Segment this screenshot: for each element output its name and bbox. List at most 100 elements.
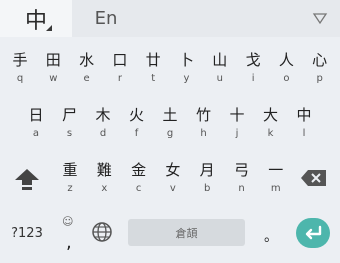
key-z[interactable]: 重z (55, 155, 85, 199)
key-j[interactable]: 十j (222, 100, 252, 144)
key-n[interactable]: 弓n (227, 155, 257, 199)
key-o[interactable]: 人o (271, 45, 301, 89)
key-radical-label: 大 (262, 106, 278, 124)
key-h[interactable]: 竹h (189, 100, 219, 144)
key-radical-label: 土 (162, 106, 178, 124)
key-row-1: 手q田w水e口r廿t卜y山u戈i人o心p (0, 45, 340, 89)
key-letter-label: p (316, 73, 323, 84)
period-key[interactable]: 。 (263, 226, 279, 246)
key-letter-label: j (235, 128, 239, 139)
corner-indicator-icon (46, 25, 52, 31)
emoji-hint-icon: ☺ (62, 215, 74, 228)
key-m[interactable]: 一m (261, 155, 291, 199)
symbols-key-label: ?123 (11, 225, 43, 241)
key-letter-label: e (83, 73, 90, 84)
lang-english-label: En (94, 8, 118, 29)
key-letter-label: h (200, 128, 207, 139)
key-radical-label: 手 (12, 51, 28, 69)
key-v[interactable]: 女v (158, 155, 188, 199)
key-letter-label: d (99, 128, 107, 139)
key-letter-label: u (216, 73, 223, 84)
key-letter-label: s (66, 128, 73, 139)
lang-chinese-tab[interactable]: 中 (0, 0, 72, 37)
key-row-3: 重z難x金c女v月b弓n一m (0, 155, 340, 199)
key-radical-label: 尸 (61, 106, 77, 124)
key-y[interactable]: 卜y (172, 45, 202, 89)
keyboard: 中 En 手q田w水e口r廿t卜y山u戈i人o心p 日a尸s木d火f土g竹h十j… (0, 0, 340, 263)
enter-key[interactable] (296, 218, 330, 248)
key-radical-label: 月 (199, 161, 215, 179)
key-letter-label: l (302, 128, 306, 139)
comma-key[interactable]: ☺ , (58, 212, 80, 253)
key-c[interactable]: 金c (124, 155, 154, 199)
key-s[interactable]: 尸s (55, 100, 85, 144)
period-label: 。 (264, 229, 278, 245)
key-letter-label: r (117, 73, 122, 84)
key-radical-label: 中 (296, 106, 312, 124)
key-letter-label: a (32, 128, 40, 139)
key-e[interactable]: 水e (72, 45, 102, 89)
globe-icon[interactable] (91, 221, 113, 243)
key-letter-label: o (283, 73, 290, 84)
lang-english-tab[interactable]: En (72, 0, 140, 37)
key-q[interactable]: 手q (5, 45, 35, 89)
key-r[interactable]: 口r (105, 45, 135, 89)
key-row-2: 日a尸s木d火f土g竹h十j大k中l (0, 100, 340, 144)
key-l[interactable]: 中l (289, 100, 319, 144)
key-letter-label: q (16, 73, 24, 84)
backspace-icon[interactable] (300, 167, 328, 189)
key-letter-label: x (101, 183, 108, 194)
key-radical-label: 木 (95, 106, 111, 124)
shift-icon[interactable] (12, 167, 42, 191)
lang-chinese-label: 中 (24, 8, 47, 34)
key-t[interactable]: 廿t (138, 45, 168, 89)
key-letter-label: z (67, 183, 73, 194)
key-k[interactable]: 大k (256, 100, 286, 144)
key-radical-label: 山 (212, 51, 228, 69)
key-radical-label: 田 (45, 51, 61, 69)
key-f[interactable]: 火f (122, 100, 152, 144)
enter-arrow-icon (305, 225, 322, 240)
space-bar-label: 倉頡 (175, 226, 198, 240)
key-letter-label: m (270, 183, 281, 194)
key-radical-label: 日 (28, 106, 44, 124)
key-radical-label: 重 (62, 161, 78, 179)
key-letter-label: v (169, 183, 176, 194)
key-letter-label: w (49, 73, 58, 84)
key-w[interactable]: 田w (38, 45, 68, 89)
key-p[interactable]: 心p (305, 45, 335, 89)
key-x[interactable]: 難x (89, 155, 119, 199)
key-u[interactable]: 山u (205, 45, 235, 89)
key-radical-label: 十 (229, 106, 245, 124)
key-radical-label: 火 (128, 106, 144, 124)
key-b[interactable]: 月b (192, 155, 222, 199)
key-radical-label: 金 (131, 161, 147, 179)
key-g[interactable]: 土g (155, 100, 185, 144)
key-i[interactable]: 戈i (238, 45, 268, 89)
key-radical-label: 水 (79, 51, 95, 69)
key-radical-label: 口 (112, 51, 128, 69)
key-radical-label: 人 (278, 51, 294, 69)
space-bar[interactable]: 倉頡 (128, 219, 245, 246)
triangle-down-icon[interactable] (310, 8, 330, 28)
key-radical-label: 女 (165, 161, 181, 179)
key-radical-label: 竹 (195, 106, 211, 124)
key-radical-label: 難 (96, 161, 112, 179)
key-letter-label: n (238, 183, 245, 194)
key-letter-label: g (166, 128, 174, 139)
key-letter-label: f (134, 128, 139, 139)
symbols-key[interactable]: ?123 (6, 222, 48, 244)
key-letter-label: i (251, 73, 255, 84)
key-radical-label: 戈 (245, 51, 261, 69)
key-letter-label: c (135, 183, 142, 194)
key-radical-label: 廿 (145, 51, 161, 69)
key-d[interactable]: 木d (88, 100, 118, 144)
language-bar: 中 En (0, 0, 340, 37)
key-letter-label: t (151, 73, 156, 84)
key-radical-label: 卜 (178, 51, 194, 69)
key-a[interactable]: 日a (21, 100, 51, 144)
key-letter-label: y (183, 73, 190, 84)
key-letter-label: k (267, 128, 274, 139)
key-radical-label: 弓 (233, 161, 249, 179)
key-radical-label: 一 (268, 161, 284, 179)
